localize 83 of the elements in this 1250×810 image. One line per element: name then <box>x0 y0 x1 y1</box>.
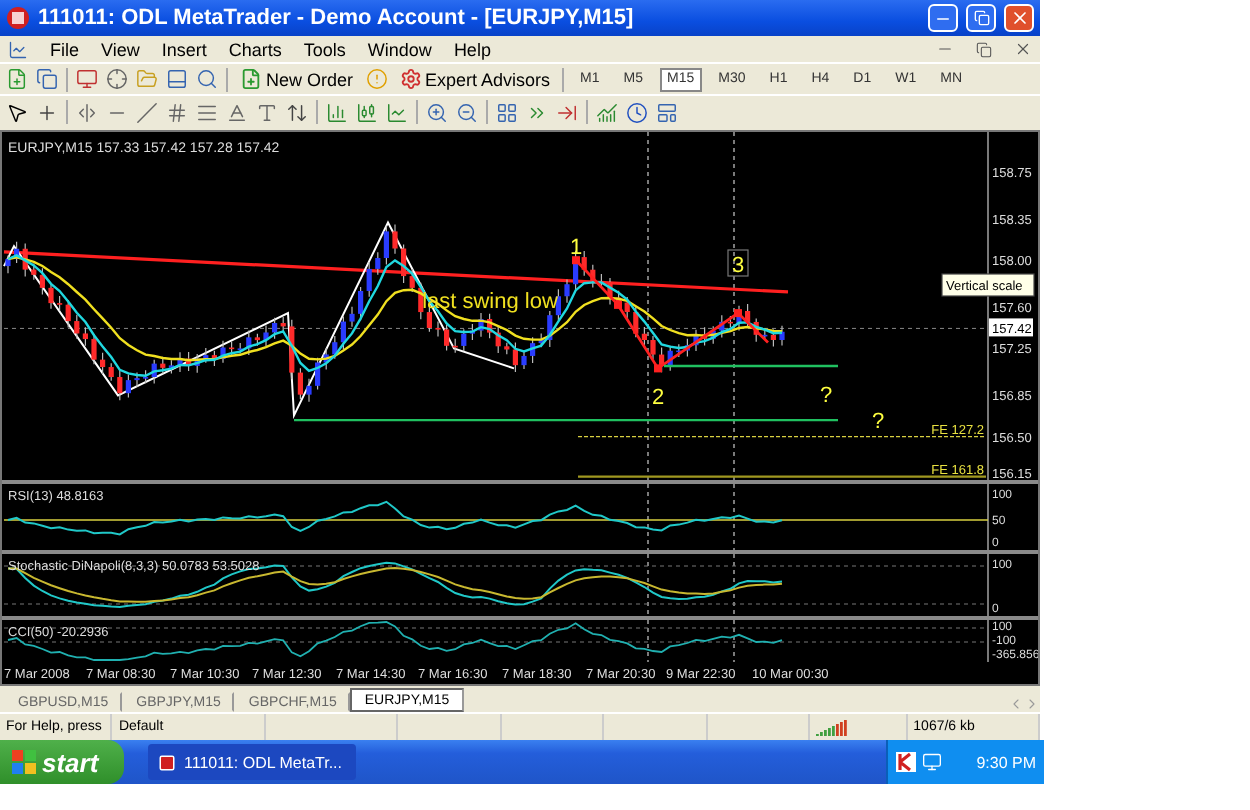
candlestick <box>392 224 398 255</box>
close-icon[interactable] <box>1014 40 1032 58</box>
pivot-marker <box>734 309 742 318</box>
candlestick <box>91 333 97 365</box>
network-icon[interactable] <box>922 752 942 772</box>
candlestick <box>349 306 355 328</box>
wave-label: 1 <box>569 236 583 260</box>
menu-item[interactable]: View <box>101 39 140 59</box>
tile-icon[interactable] <box>496 101 518 123</box>
arrows-icon[interactable] <box>286 101 308 123</box>
app-icon <box>6 6 30 30</box>
wave-label: ? <box>819 384 833 408</box>
pivot-marker <box>572 256 580 265</box>
menu-item[interactable]: File <box>50 39 80 59</box>
vertical-line <box>733 620 735 662</box>
candlestick <box>521 350 527 370</box>
periods-icon[interactable] <box>626 101 648 123</box>
candlestick <box>435 320 441 338</box>
panel-icon[interactable] <box>166 68 188 90</box>
candlestick <box>134 371 140 388</box>
candlestick <box>220 340 226 364</box>
new-chart-icon[interactable] <box>6 68 28 90</box>
zoom-out-icon[interactable] <box>456 101 478 123</box>
cursor-icon[interactable] <box>6 101 28 123</box>
wave-label: 2 <box>651 386 665 410</box>
candlestick <box>177 351 183 373</box>
app-icon <box>158 753 176 771</box>
menu-chart-icon <box>8 39 28 59</box>
candlestick <box>779 325 785 347</box>
gear-icon <box>399 68 422 90</box>
text-icon[interactable] <box>226 101 248 123</box>
templates-icon[interactable] <box>656 101 678 123</box>
indicators-icon[interactable] <box>596 101 618 123</box>
connection-icon <box>816 719 849 735</box>
candlestick <box>564 278 570 304</box>
vertical-line <box>733 484 735 550</box>
menu-item[interactable]: Charts <box>228 39 282 59</box>
candlestick <box>306 378 312 403</box>
vertical-line <box>647 554 649 616</box>
chart-shift-icon[interactable] <box>556 101 578 123</box>
pivot-marker <box>654 364 662 373</box>
candlestick <box>263 324 269 347</box>
close-button[interactable] <box>1004 4 1034 32</box>
vertical-line <box>647 484 649 550</box>
menu-item[interactable]: Insert <box>161 39 207 59</box>
profiles-icon[interactable] <box>36 68 58 90</box>
expert-advisors-button[interactable]: Expert Advisors <box>395 66 555 92</box>
menu-item[interactable]: Tools <box>303 39 346 59</box>
restore-button[interactable] <box>966 4 996 32</box>
wave-label: ? <box>871 410 885 434</box>
windows-logo <box>12 750 36 774</box>
crosshair-icon[interactable] <box>36 101 58 123</box>
monitor-icon[interactable] <box>76 68 98 90</box>
restore-icon[interactable] <box>976 41 992 57</box>
label-icon[interactable] <box>256 101 278 123</box>
vertical-line <box>647 620 649 662</box>
new-order-icon <box>240 68 262 90</box>
wave-label: 3 <box>727 249 749 278</box>
antivirus-icon[interactable] <box>896 752 916 772</box>
window-title: 111011: ODL MetaTrader - Demo Account - [EURJPY,M15] <box>38 6 636 30</box>
vertical-line <box>733 554 735 616</box>
bar-chart-icon[interactable] <box>326 101 348 123</box>
menu-item[interactable]: Window <box>367 39 432 59</box>
line-chart-icon[interactable] <box>386 101 408 123</box>
minimize-button[interactable] <box>928 4 958 32</box>
crosshair-icon[interactable] <box>106 68 128 90</box>
zoom-in-icon[interactable] <box>426 101 448 123</box>
candlestick <box>607 277 613 305</box>
vertical-line-icon[interactable] <box>76 101 98 123</box>
search-icon[interactable] <box>196 68 218 90</box>
restore-icon <box>973 10 989 26</box>
candlestick-icon[interactable] <box>356 101 378 123</box>
close-icon <box>1009 8 1029 28</box>
menu-item[interactable]: Help <box>453 39 491 59</box>
trendline-icon[interactable] <box>136 101 158 123</box>
candlestick <box>5 254 11 274</box>
candlestick <box>48 282 54 310</box>
new-order-button[interactable]: New Order <box>236 66 358 92</box>
pivot-marker <box>614 300 622 309</box>
taskbar-button[interactable]: 111011: ODL MetaTr... <box>148 744 356 780</box>
candlestick <box>650 335 656 360</box>
clock: 9:30 PM <box>976 753 1036 771</box>
candlestick <box>478 312 484 338</box>
